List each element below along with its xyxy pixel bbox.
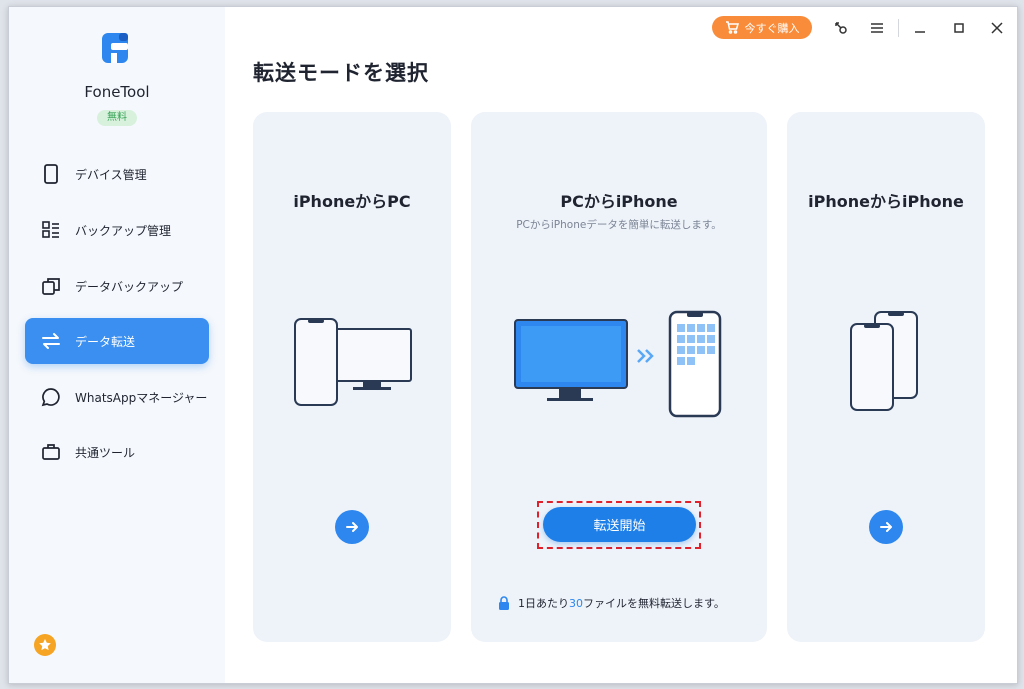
minimize-icon[interactable] [910,18,930,38]
app-name: FoneTool [84,83,150,101]
phone-icon [39,162,63,186]
sidebar-item-label: データバックアップ [75,279,184,294]
cart-icon [725,21,739,34]
card-pc-to-iphone[interactable]: PCからiPhone PCからiPhoneデータを簡単に転送します。 [471,112,767,642]
buy-now-label: 今すぐ購入 [744,21,800,35]
backup-list-icon [39,218,63,242]
copy-icon [39,274,63,298]
sidebar-item-label: WhatsAppマネージャー [75,390,208,405]
pc-to-iphone-illustration [514,310,722,418]
sidebar-item-backup-manager[interactable]: バックアップ管理 [25,207,209,253]
sidebar-item-whatsapp-manager[interactable]: WhatsAppマネージャー [25,374,209,420]
iphone-to-pc-illustration [294,318,412,406]
card-title: iPhoneからPC [293,192,411,211]
free-badge: 無料 [97,110,137,126]
sidebar-item-label: バックアップ管理 [75,223,172,238]
sidebar-item-common-tools[interactable]: 共通ツール [25,429,209,475]
sidebar-item-data-transfer[interactable]: データ転送 [25,318,209,364]
sidebar-item-label: デバイス管理 [75,167,147,182]
card-iphone-to-pc[interactable]: iPhoneからPC [253,112,451,642]
transfer-icon [39,329,63,353]
titlebar-separator [898,19,899,37]
chat-icon [39,385,63,409]
sidebar-item-data-backup[interactable]: データバックアップ [25,263,209,309]
start-iphone-to-iphone-button[interactable] [869,510,903,544]
buy-now-button[interactable]: 今すぐ購入 [712,16,812,39]
start-iphone-to-pc-button[interactable] [335,510,369,544]
close-icon[interactable] [987,18,1007,38]
star-icon[interactable] [34,634,56,656]
lock-icon [499,596,509,610]
sidebar-item-label: データ転送 [75,334,136,349]
note-prefix: 1日あたり [518,597,569,610]
page-title: 転送モードを選択 [253,61,429,85]
card-iphone-to-iphone[interactable]: iPhoneからiPhone [787,112,985,642]
note-count: 30 [569,597,583,610]
note-suffix: ファイルを無料転送します。 [583,597,725,610]
sidebar-item-label: 共通ツール [75,445,136,460]
card-title: iPhoneからiPhone [808,192,964,211]
key-icon[interactable] [831,18,851,38]
start-transfer-button[interactable]: 転送開始 [543,507,696,542]
sidebar: FoneTool 無料 デバイス管理 バックアップ管理 データバックアップ デー… [9,7,225,683]
app-window: FoneTool 無料 デバイス管理 バックアップ管理 データバックアップ デー… [8,6,1018,684]
menu-icon[interactable] [867,18,887,38]
maximize-icon[interactable] [949,18,969,38]
toolbox-icon [39,440,63,464]
card-subtitle: PCからiPhoneデータを簡単に転送します。 [516,219,722,231]
card-title: PCからiPhone [560,192,678,211]
sidebar-item-device-manager[interactable]: デバイス管理 [25,151,209,197]
free-limit-note: 1日あたり30ファイルを無料転送します。 [498,595,725,611]
fonetool-logo-icon [102,33,128,63]
iphone-to-iphone-illustration [850,311,918,411]
